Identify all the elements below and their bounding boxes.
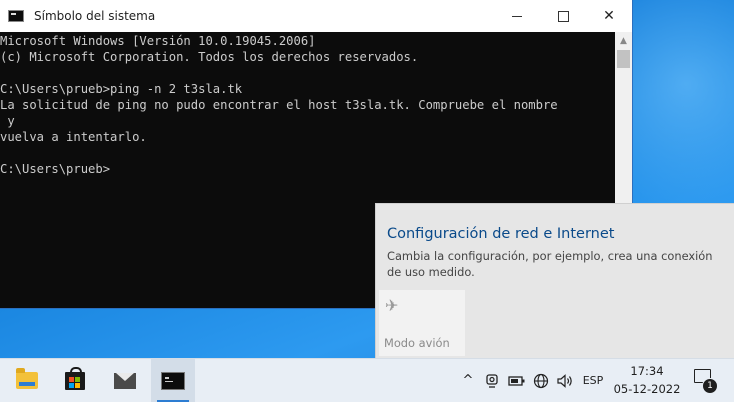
network-flyout: Configuración de red e Internet Cambia l…	[375, 203, 734, 359]
globe-icon	[533, 373, 549, 388]
console-line: La solicitud de ping no pudo encontrar e…	[0, 98, 558, 112]
speaker-icon	[557, 373, 572, 388]
clock-time: 17:34	[630, 364, 664, 378]
close-button[interactable]: ✕	[586, 0, 632, 32]
airplane-icon: ✈	[385, 296, 399, 315]
notification-badge: 1	[702, 378, 718, 394]
taskbar: ^ ESP 17:34 05-12-2022 1	[0, 358, 734, 402]
title-bar[interactable]: Símbolo del sistema ✕	[0, 0, 632, 32]
console-line: C:\Users\prueb>ping -n 2 t3sla.tk	[0, 82, 243, 96]
camera-icon	[486, 373, 498, 388]
tray-network[interactable]	[531, 359, 551, 402]
cmd-window-icon[interactable]	[8, 10, 24, 22]
scrollbar-thumb[interactable]	[617, 50, 630, 68]
airplane-mode-tile[interactable]: ✈ Modo avión	[379, 290, 465, 356]
show-hidden-icons-button[interactable]: ^	[458, 359, 478, 402]
tray-clock[interactable]: 17:34 05-12-2022	[612, 362, 682, 398]
minimize-icon	[512, 15, 522, 17]
battery-icon	[508, 375, 525, 386]
network-settings-description: Cambia la configuración, por ejemplo, cr…	[387, 249, 713, 279]
taskbar-file-explorer[interactable]	[5, 359, 49, 402]
mail-icon	[114, 372, 136, 389]
console-line: (c) Microsoft Corporation. Todos los der…	[0, 50, 419, 64]
tray-meet-now[interactable]	[482, 359, 502, 402]
maximize-icon	[557, 10, 569, 22]
maximize-button[interactable]	[540, 0, 586, 32]
action-center-button[interactable]: 1	[690, 365, 718, 395]
console-prompt: C:\Users\prueb>	[0, 162, 111, 176]
minimize-button[interactable]	[494, 0, 540, 32]
chevron-up-icon: ^	[462, 373, 474, 388]
cmd-icon	[161, 371, 185, 390]
airplane-mode-label: Modo avión	[384, 336, 450, 350]
console-line: y	[0, 114, 15, 128]
tray-volume[interactable]	[554, 359, 576, 402]
scroll-up-icon[interactable]: ▲	[615, 32, 632, 49]
network-settings-link[interactable]: Configuración de red e Internet	[387, 226, 614, 242]
folder-icon	[16, 368, 38, 389]
close-icon: ✕	[603, 8, 615, 24]
window-title: Símbolo del sistema	[34, 9, 156, 23]
input-language: ESP	[582, 374, 604, 387]
tray-language[interactable]: ESP	[578, 359, 608, 402]
tray-battery[interactable]	[506, 359, 528, 402]
clock-date: 05-12-2022	[613, 382, 681, 396]
taskbar-command-prompt[interactable]	[151, 359, 195, 402]
taskbar-microsoft-store[interactable]	[53, 359, 97, 402]
console-line: vuelva a intentarlo.	[0, 130, 147, 144]
taskbar-mail[interactable]	[103, 359, 147, 402]
store-icon	[65, 366, 85, 390]
console-line: Microsoft Windows [Versión 10.0.19045.20…	[0, 34, 316, 48]
